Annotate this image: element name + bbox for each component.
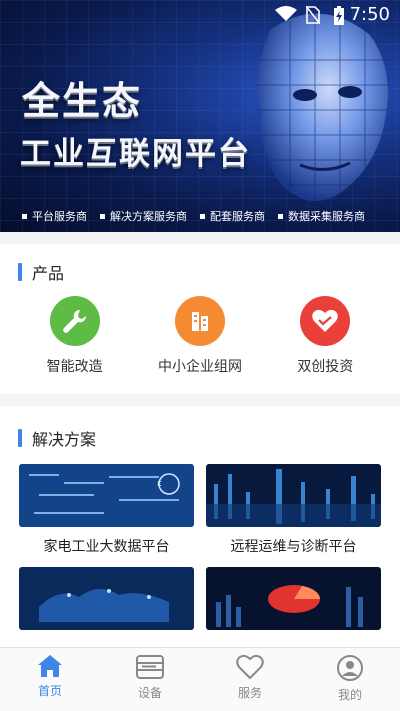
solution-label: 远程运维与诊断平台	[230, 539, 357, 555]
ai-face-graphic	[255, 10, 390, 205]
tab-label: 设备	[137, 686, 162, 700]
product-icon-circle	[300, 296, 351, 346]
hero-banner[interactable]: 7:50 全生态 工业互联网平台 平台服务商 解决方案服务商 配套服务商 数据采…	[0, 0, 400, 232]
solution-card-remote-ops[interactable]: 远程运维与诊断平台	[206, 464, 381, 567]
section-title-products: 产品	[32, 264, 65, 283]
product-item-innovation-investment[interactable]: 双创投资	[270, 296, 380, 376]
bullet-icon	[100, 213, 105, 219]
status-time: 7:50	[349, 4, 390, 25]
product-label: 智能改造	[46, 359, 103, 375]
solution-label: 家电工业大数据平台	[43, 539, 170, 555]
product-grid: 智能改造 中小企业组网 双创投资	[0, 296, 400, 376]
app-screen: 7:50 全生态 工业互联网平台 平台服务商 解决方案服务商 配套服务商 数据采…	[0, 0, 400, 711]
products-section: 产品 智能改造 中小企业组网 双创投资	[0, 244, 400, 394]
hero-title-line1: 全生态	[22, 79, 143, 123]
product-label: 中小企业组网	[157, 359, 242, 375]
product-icon-circle	[174, 296, 225, 346]
hero-title-line2: 工业互联网平台	[20, 136, 251, 172]
solution-image	[206, 464, 381, 527]
wifi-icon	[275, 6, 297, 21]
status-bar: 7:50	[0, 0, 400, 30]
hero-tag-label: 数据采集服务商	[288, 210, 365, 223]
product-item-smart-upgrade[interactable]: 智能改造	[20, 296, 130, 376]
section-accent-bar	[18, 263, 22, 281]
hero-tag: 数据采集服务商	[278, 208, 365, 224]
user-icon	[337, 655, 363, 681]
product-label: 双创投资	[297, 359, 354, 375]
hero-tag: 配套服务商	[200, 208, 265, 224]
bullet-icon	[22, 213, 27, 219]
building-icon	[191, 312, 208, 331]
solution-image	[19, 567, 194, 630]
server-icon	[136, 655, 164, 679]
tab-home[interactable]: 首页	[0, 648, 100, 711]
solution-image: ε	[19, 464, 194, 527]
heart-icon	[236, 654, 264, 680]
tab-label: 服务	[237, 686, 262, 700]
home-icon	[38, 655, 62, 677]
section-title-solutions: 解决方案	[32, 430, 97, 449]
hero-tag-label: 平台服务商	[32, 210, 87, 223]
hero-tag: 解决方案服务商	[100, 208, 187, 224]
tab-label: 首页	[37, 684, 62, 698]
wrench-icon	[62, 309, 86, 333]
tab-label: 我的	[337, 688, 362, 702]
product-item-sme-network[interactable]: 中小企业组网	[145, 296, 255, 376]
tab-services[interactable]: 服务	[200, 648, 300, 711]
hero-tag: 平台服务商	[22, 208, 87, 224]
solution-grid: ε 家电工业大数据平台 远程运维与诊断平台	[19, 464, 381, 670]
product-icon-circle	[49, 296, 100, 346]
solution-image	[206, 567, 381, 630]
handshake-icon	[312, 309, 339, 332]
section-header-solutions: 解决方案	[18, 426, 96, 450]
section-header-products: 产品	[18, 260, 64, 284]
hero-tags: 平台服务商 解决方案服务商 配套服务商 数据采集服务商	[22, 208, 365, 224]
bullet-icon	[200, 213, 205, 219]
battery-charging-icon	[334, 6, 344, 25]
solution-card-appliance-bigdata[interactable]: ε 家电工业大数据平台	[19, 464, 194, 567]
tab-profile[interactable]: 我的	[300, 648, 400, 711]
hero-tag-label: 配套服务商	[210, 210, 265, 223]
section-accent-bar	[18, 429, 22, 447]
svg-text:ε: ε	[157, 479, 162, 489]
bottom-tab-bar: 首页 设备 服务 我的	[0, 647, 400, 711]
bullet-icon	[278, 213, 283, 219]
hero-tag-label: 解决方案服务商	[110, 210, 187, 223]
tab-devices[interactable]: 设备	[100, 648, 200, 711]
no-sim-icon	[306, 6, 320, 24]
